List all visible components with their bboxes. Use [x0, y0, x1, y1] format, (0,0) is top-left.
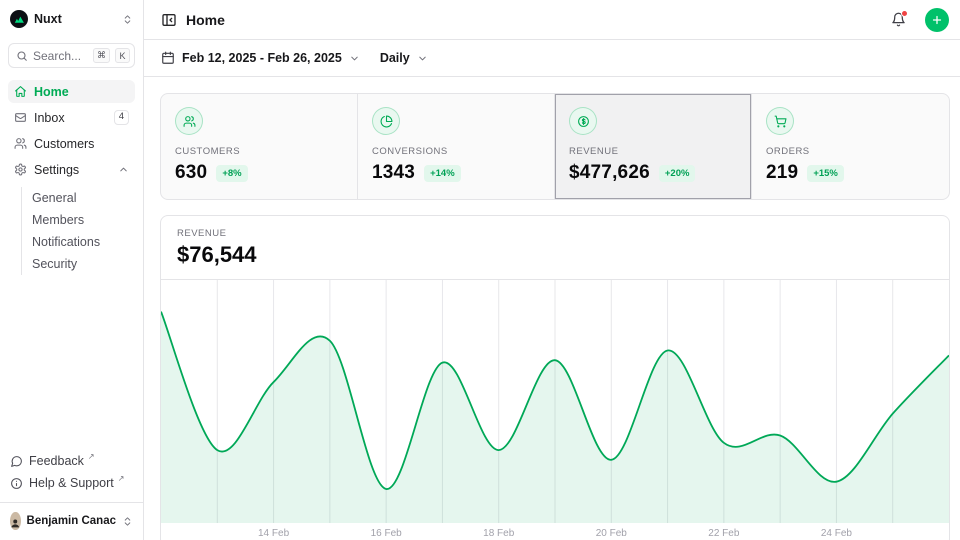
- stat-value: $477,626: [569, 162, 650, 184]
- chevrons-up-down-icon: [122, 14, 133, 25]
- help-support-label: Help & Support: [29, 476, 114, 490]
- stat-value: 219: [766, 162, 798, 184]
- help-support-link[interactable]: Help & Support ↗: [8, 472, 135, 494]
- sidebar-item-notifications[interactable]: Notifications: [32, 231, 135, 253]
- x-tick-label: 18 Feb: [483, 528, 514, 539]
- dollar-circle-icon: [569, 107, 597, 135]
- gear-icon: [14, 163, 27, 176]
- page-title: Home: [186, 12, 225, 28]
- user-name: Benjamin Canac: [27, 515, 116, 527]
- sidebar-item-general[interactable]: General: [32, 187, 135, 209]
- stat-label: REVENUE: [569, 146, 737, 157]
- stat-label: CONVERSIONS: [372, 146, 540, 157]
- sidebar-collapse-icon[interactable]: [161, 12, 177, 28]
- sidebar-nav: Home Inbox 4 Customers Settings: [8, 80, 135, 275]
- chart-svg: [161, 280, 949, 523]
- stat-card-conversions[interactable]: CONVERSIONS 1343 +14%: [358, 94, 555, 199]
- stat-delta-badge: +20%: [659, 165, 696, 182]
- feedback-label: Feedback: [29, 454, 84, 468]
- granularity-label: Daily: [380, 51, 410, 65]
- subnav-label: Notifications: [32, 235, 100, 249]
- workspace-name: Nuxt: [34, 12, 116, 26]
- sidebar-item-customers[interactable]: Customers: [8, 132, 135, 155]
- workspace-switcher[interactable]: Nuxt: [8, 10, 135, 28]
- kbd-k: K: [115, 48, 130, 63]
- stats-row: CUSTOMERS 630 +8% CONVERSIONS 1343 +14%: [160, 93, 950, 200]
- stat-label: CUSTOMERS: [175, 146, 343, 157]
- subnav-label: General: [32, 191, 76, 205]
- nuxt-logo-icon: [10, 10, 28, 28]
- sidebar-item-members[interactable]: Members: [32, 209, 135, 231]
- main-header: Home: [144, 0, 960, 40]
- sidebar-item-label: Home: [34, 85, 69, 99]
- chevron-down-icon: [417, 53, 428, 64]
- settings-subnav: General Members Notifications Security: [21, 187, 135, 275]
- avatar: [10, 512, 21, 530]
- calendar-icon: [161, 51, 175, 65]
- sidebar-item-label: Customers: [34, 137, 94, 151]
- filters-toolbar: Feb 12, 2025 - Feb 26, 2025 Daily: [144, 40, 960, 77]
- inbox-icon: [14, 111, 27, 124]
- user-menu[interactable]: Benjamin Canac: [8, 503, 135, 532]
- search-placeholder: Search...: [33, 49, 88, 63]
- chart-headline-value: $76,544: [177, 242, 933, 268]
- subnav-label: Members: [32, 213, 84, 227]
- external-link-icon: ↗: [118, 474, 125, 483]
- stat-value: 1343: [372, 162, 415, 184]
- search-icon: [16, 50, 28, 62]
- message-bubble-icon: [10, 455, 23, 468]
- granularity-select[interactable]: Daily: [380, 51, 428, 65]
- sidebar-spacer: [8, 275, 135, 450]
- revenue-area-chart[interactable]: [161, 280, 949, 523]
- chevron-down-icon: [349, 53, 360, 64]
- search-input[interactable]: Search... ⌘ K: [8, 43, 135, 68]
- sidebar-item-home[interactable]: Home: [8, 80, 135, 103]
- stat-card-revenue[interactable]: REVENUE $477,626 +20%: [555, 94, 752, 199]
- sidebar-item-security[interactable]: Security: [32, 253, 135, 275]
- kbd-cmd: ⌘: [93, 48, 110, 63]
- subnav-label: Security: [32, 257, 77, 271]
- notifications-bell-button[interactable]: [887, 8, 910, 31]
- x-tick-label: 24 Feb: [821, 528, 852, 539]
- dashboard-content: CUSTOMERS 630 +8% CONVERSIONS 1343 +14%: [144, 77, 960, 540]
- sidebar-item-inbox[interactable]: Inbox 4: [8, 106, 135, 129]
- stat-card-orders[interactable]: ORDERS 219 +15%: [752, 94, 949, 199]
- inbox-count-badge: 4: [114, 110, 129, 124]
- chevrons-up-down-icon: [122, 516, 133, 527]
- stat-card-customers[interactable]: CUSTOMERS 630 +8%: [161, 94, 358, 199]
- chevron-up-icon: [118, 164, 129, 175]
- chart-x-axis: 14 Feb 16 Feb 18 Feb 20 Feb 22 Feb 24 Feb: [161, 523, 949, 540]
- stat-label: ORDERS: [766, 146, 935, 157]
- x-tick-label: 16 Feb: [371, 528, 402, 539]
- sidebar-item-label: Settings: [34, 163, 79, 177]
- stat-delta-badge: +8%: [216, 165, 247, 182]
- revenue-chart-card: REVENUE $76,544 14 Feb 16 Feb 18 Feb 20 Feb…: [160, 215, 950, 540]
- users-icon: [175, 107, 203, 135]
- chart-title: REVENUE: [177, 228, 933, 239]
- date-range-picker[interactable]: Feb 12, 2025 - Feb 26, 2025: [161, 51, 360, 65]
- feedback-link[interactable]: Feedback ↗: [8, 450, 135, 472]
- external-link-icon: ↗: [88, 452, 95, 461]
- app-window: Nuxt Search... ⌘ K Home: [0, 0, 960, 540]
- stat-delta-badge: +15%: [807, 165, 844, 182]
- x-tick-label: 14 Feb: [258, 528, 289, 539]
- x-tick-label: 22 Feb: [708, 528, 739, 539]
- add-button[interactable]: [925, 8, 949, 32]
- stat-delta-badge: +14%: [424, 165, 461, 182]
- notification-dot: [901, 10, 908, 17]
- shopping-cart-icon: [766, 107, 794, 135]
- main-area: Home Feb 12, 2025 - Feb 26, 2025: [144, 0, 960, 540]
- users-icon: [14, 137, 27, 150]
- date-range-label: Feb 12, 2025 - Feb 26, 2025: [182, 51, 342, 65]
- sidebar-item-label: Inbox: [34, 111, 65, 125]
- x-tick-label: 20 Feb: [596, 528, 627, 539]
- sidebar: Nuxt Search... ⌘ K Home: [0, 0, 144, 540]
- pie-chart-icon: [372, 107, 400, 135]
- sidebar-item-settings[interactable]: Settings: [8, 158, 135, 181]
- info-icon: [10, 477, 23, 490]
- chart-header: REVENUE $76,544: [161, 216, 949, 280]
- home-icon: [14, 85, 27, 98]
- stat-value: 630: [175, 162, 207, 184]
